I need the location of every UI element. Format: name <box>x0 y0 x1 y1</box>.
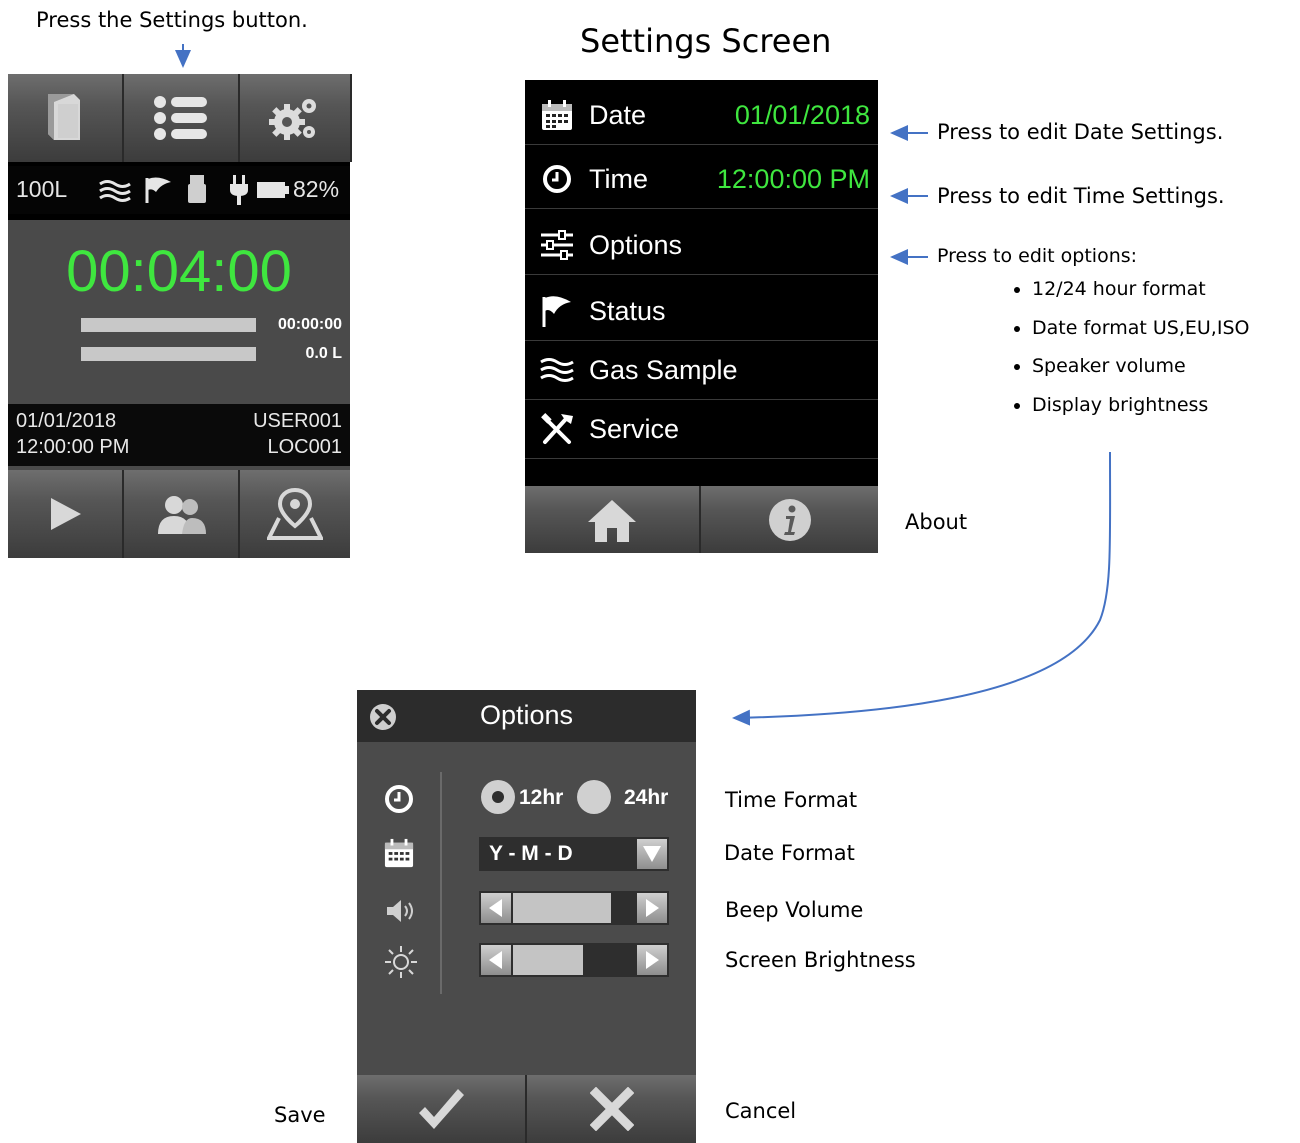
brightness-decrease-button[interactable] <box>481 945 511 975</box>
radio-selected-dot <box>492 791 504 803</box>
status-bar: 100L 82% <box>8 166 350 214</box>
info-icon <box>768 498 811 541</box>
icon-column-divider <box>440 772 442 994</box>
settings-item-status[interactable]: Status <box>525 282 878 341</box>
settings-item-time[interactable]: Time 12:00:00 PM <box>525 150 878 209</box>
calendar-icon <box>384 838 414 868</box>
settings-screen: Date 01/01/2018 Time 12:00:00 PM Options… <box>525 80 878 553</box>
save-button[interactable] <box>357 1075 527 1143</box>
gas-wave-icon <box>99 180 131 202</box>
dropdown-button[interactable] <box>637 839 667 869</box>
user-id: USER001 <box>253 410 342 432</box>
plug-icon <box>230 175 248 205</box>
elapsed-time: 00:00:00 <box>277 316 342 333</box>
clock-icon <box>525 164 589 194</box>
battery-icon <box>257 182 289 198</box>
settings-item-label: Time <box>589 163 648 194</box>
elapsed-progress-bar <box>81 318 256 332</box>
arrow-right-icon <box>646 899 659 917</box>
volume-decrease-button[interactable] <box>481 893 511 923</box>
x-icon <box>589 1087 634 1131</box>
arrow-right-icon <box>646 951 659 969</box>
date-format-select[interactable]: Y - M - D <box>479 837 669 871</box>
brightness-slider[interactable] <box>479 943 669 977</box>
flag-icon <box>145 177 171 203</box>
calendar-icon <box>525 99 589 131</box>
about-button[interactable] <box>701 486 878 553</box>
settings-item-service[interactable]: Service <box>525 400 878 459</box>
settings-item-label: Date <box>589 99 647 130</box>
brightness-level-fill <box>513 945 583 975</box>
label-12hr: 12hr <box>519 786 564 809</box>
volume-progress-bar <box>81 347 256 361</box>
settings-item-label: Status <box>589 295 666 326</box>
usb-icon <box>188 175 206 203</box>
settings-time-value: 12:00:00 PM <box>716 163 870 194</box>
sliders-icon <box>525 230 589 260</box>
countdown-timer: 00:04:00 <box>66 239 292 304</box>
menu-button[interactable] <box>124 74 240 162</box>
settings-item-options[interactable]: Options <box>525 216 878 275</box>
home-button[interactable] <box>525 486 701 553</box>
brightness-icon <box>385 946 417 978</box>
location-icon <box>267 487 323 540</box>
options-dialog: Options 12hr 24hr Y - M - D <box>357 690 696 1143</box>
settings-item-date[interactable]: Date 01/01/2018 <box>525 86 878 145</box>
clock-icon <box>385 785 413 813</box>
manual-button[interactable] <box>8 74 124 162</box>
checkmark-icon <box>419 1089 464 1129</box>
tools-icon <box>525 412 589 446</box>
speaker-icon <box>387 900 413 922</box>
volume-increase-button[interactable] <box>637 893 667 923</box>
home-screen: 100L 82% 00:04:00 00:00:00 0.0 L 01/01/2… <box>8 74 352 558</box>
settings-button[interactable] <box>240 74 352 162</box>
beep-volume-slider[interactable] <box>479 891 669 925</box>
arrow-left-icon <box>489 951 502 969</box>
gas-wave-icon <box>525 356 589 384</box>
radio-12hr[interactable] <box>481 780 515 814</box>
arrow-left-icon <box>489 899 502 917</box>
options-title: Options <box>479 700 574 730</box>
users-button[interactable] <box>124 470 240 558</box>
home-icon <box>588 499 636 542</box>
volume-collected: 0.0 L <box>305 345 342 362</box>
settings-item-label: Gas Sample <box>589 354 738 385</box>
current-date: 01/01/2018 <box>16 410 117 432</box>
settings-date-value: 01/01/2018 <box>734 99 870 130</box>
label-24hr: 24hr <box>624 786 669 809</box>
volume-level-fill <box>513 893 611 923</box>
gears-icon <box>269 99 316 140</box>
settings-item-gas-sample[interactable]: Gas Sample <box>525 341 878 400</box>
book-icon <box>48 94 80 140</box>
settings-item-label: Service <box>589 413 680 444</box>
users-icon <box>158 496 206 534</box>
date-format-value: Y - M - D <box>489 842 573 865</box>
options-title-bar: Options <box>357 690 696 742</box>
play-icon <box>51 498 81 530</box>
cancel-button[interactable] <box>527 1075 696 1143</box>
current-time: 12:00:00 PM <box>16 436 130 458</box>
list-icon <box>154 96 207 140</box>
location-button[interactable] <box>240 470 350 558</box>
radio-24hr[interactable] <box>577 780 611 814</box>
chevron-down-icon <box>643 846 661 862</box>
battery-percent: 82% <box>293 176 340 202</box>
location-id: LOC001 <box>267 436 343 458</box>
info-bar: 01/01/2018 12:00:00 PM USER001 LOC001 <box>8 404 350 466</box>
start-button[interactable] <box>8 470 124 558</box>
settings-item-label: Options <box>589 229 683 260</box>
flag-icon <box>525 294 589 328</box>
tank-volume: 100L <box>16 176 68 202</box>
brightness-increase-button[interactable] <box>637 945 667 975</box>
